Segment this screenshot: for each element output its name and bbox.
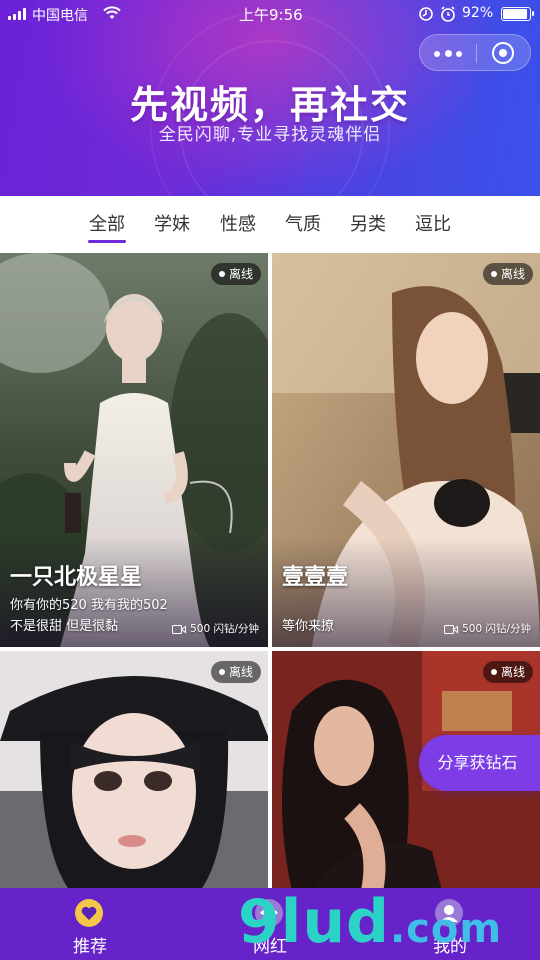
- header-banner: 中国电信 上午9:56 92% 先视频，再社交 全民闪聊,专业寻找灵魂伴侣: [0, 0, 540, 196]
- watermark-suffix: .com: [389, 906, 503, 952]
- share-get-diamonds-button[interactable]: 分享获钻石: [419, 735, 540, 791]
- tab-elegant[interactable]: 气质: [285, 210, 321, 236]
- user-card[interactable]: 离线 壹壹壹 等你来撩 500 闪钻/分钟: [272, 253, 540, 647]
- video-camera-icon: [444, 625, 459, 634]
- user-name: 壹壹壹: [282, 565, 349, 590]
- tab-alternative[interactable]: 另类: [350, 210, 386, 236]
- wifi-icon: [103, 6, 121, 19]
- nav-recommend-label: 推荐: [73, 937, 107, 957]
- banner-subhead: 全民闪聊,专业寻找灵魂伴侣: [158, 125, 382, 145]
- user-bio: 你有你的520 我有我的502 不是很甜 但是很黏: [10, 598, 168, 634]
- price-text: 500 闪钻/分钟: [190, 623, 259, 635]
- video-camera-icon: [172, 625, 187, 634]
- status-bar: 中国电信 上午9:56 92%: [0, 0, 540, 28]
- more-options-icon[interactable]: [434, 43, 462, 63]
- tab-sexy[interactable]: 性感: [220, 210, 256, 236]
- watermark-main: 9lud: [238, 887, 390, 957]
- mini-program-capsule: [419, 34, 531, 71]
- heart-icon: [75, 899, 103, 927]
- user-photo: [0, 651, 268, 891]
- status-badge: 离线: [482, 661, 533, 683]
- user-bio: 等你来撩: [282, 619, 335, 634]
- category-tabs: 全部 学妹 性感 气质 另类 逗比: [0, 196, 540, 250]
- user-card[interactable]: 离线: [0, 651, 268, 891]
- capsule-divider: [476, 44, 477, 63]
- price-label: 500 闪钻/分钟: [444, 621, 531, 636]
- tab-all[interactable]: 全部: [89, 210, 125, 236]
- watermark-logo: 9lud.com: [238, 892, 502, 959]
- tab-funny[interactable]: 逗比: [415, 210, 451, 236]
- status-badge: 离线: [210, 263, 261, 285]
- signal-icon: [8, 8, 28, 20]
- user-name: 一只北极星星: [10, 565, 143, 590]
- lock-alarm-icon: [419, 6, 455, 22]
- status-badge: 离线: [210, 661, 261, 683]
- close-program-icon[interactable]: [492, 42, 514, 64]
- status-time: 上午9:56: [239, 6, 303, 24]
- tab-schoolgirl[interactable]: 学妹: [154, 210, 190, 236]
- banner-decoration: [150, 10, 390, 196]
- price-text: 500 闪钻/分钟: [462, 623, 531, 635]
- active-tab-indicator: [88, 240, 126, 243]
- status-badge: 离线: [482, 263, 533, 285]
- battery-percent: 92%: [462, 5, 494, 21]
- battery-icon: [501, 7, 534, 21]
- price-label: 500 闪钻/分钟: [172, 621, 259, 636]
- carrier-label: 中国电信: [32, 8, 88, 24]
- user-card[interactable]: 离线 一只北极星星 你有你的520 我有我的502 不是很甜 但是很黏 500 …: [0, 253, 268, 647]
- nav-recommend[interactable]: 推荐: [30, 888, 150, 960]
